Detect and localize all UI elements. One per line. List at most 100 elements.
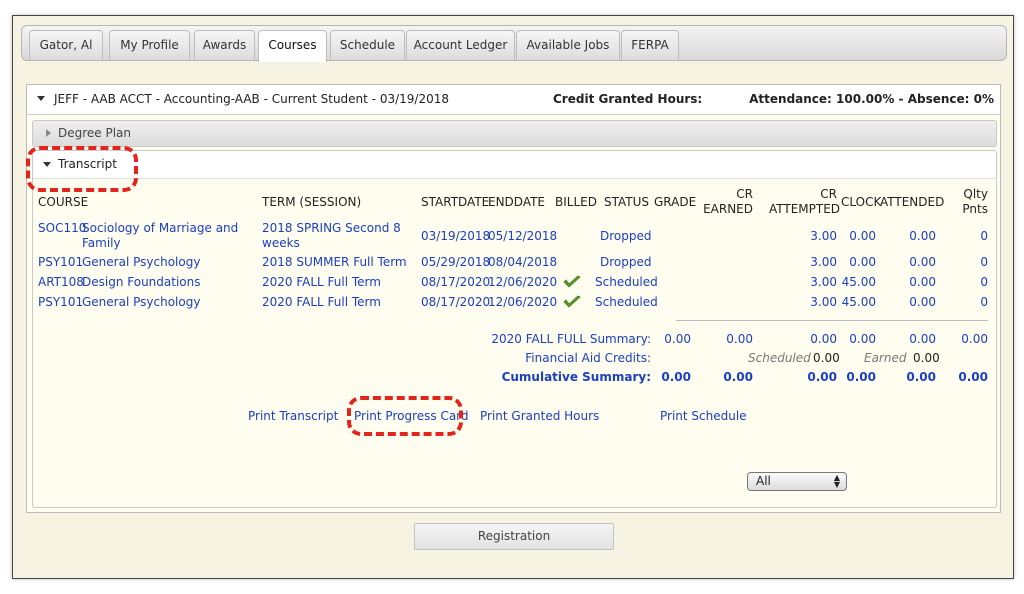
collapse-arrow-icon[interactable] xyxy=(37,96,45,101)
col-cr-earned-bottom: EARNED xyxy=(703,202,753,216)
program-header[interactable]: JEFF - AAB ACCT - Accounting-AAB - Curre… xyxy=(27,85,1000,115)
term-summary-value: 0.00 xyxy=(849,332,876,346)
start-date: 08/17/2020 xyxy=(421,275,491,289)
term-link-cont[interactable]: weeks xyxy=(262,236,300,251)
cr-attempted: 3.00 xyxy=(810,255,837,269)
aid-scheduled-value: 0.00 xyxy=(813,351,840,365)
cumulative-value: 0.00 xyxy=(807,370,837,384)
col-attended: ATTENDED xyxy=(880,195,945,209)
cumulative-summary-label: Cumulative Summary: xyxy=(501,370,651,384)
program-title: JEFF - AAB ACCT - Accounting-AAB - Curre… xyxy=(54,92,449,106)
schedule-term-select-value: All xyxy=(756,474,771,488)
col-status: STATUS xyxy=(604,195,650,209)
attended-hours: 0.00 xyxy=(909,255,936,269)
course-code-link[interactable]: PSY101 xyxy=(38,255,83,270)
term-summary-value: 0.00 xyxy=(664,332,691,346)
course-code-link[interactable]: ART108 xyxy=(38,275,84,290)
courses-panel: JEFF - AAB ACCT - Accounting-AAB - Curre… xyxy=(26,84,1001,550)
transcript-highlight xyxy=(26,146,138,192)
col-cr-earned-top: CR xyxy=(736,187,753,201)
cumulative-value: 0.00 xyxy=(723,370,753,384)
tab-bar: Gator, Al My Profile Awards Courses Sche… xyxy=(21,25,1007,62)
start-date: 08/17/2020 xyxy=(421,295,491,309)
schedule-term-select[interactable]: All ▲ ▼ xyxy=(747,472,847,491)
quality-points: 0 xyxy=(980,255,988,269)
app-window: Gator, Al My Profile Awards Courses Sche… xyxy=(12,15,1014,579)
start-date: 05/29/2018 xyxy=(421,255,491,269)
col-qlty-top: Qlty xyxy=(963,187,988,201)
print-granted-hours-link[interactable]: Print Granted Hours xyxy=(480,409,599,424)
financial-aid-label: Financial Aid Credits: xyxy=(525,351,651,365)
expand-arrow-icon[interactable] xyxy=(46,129,51,137)
col-enddate: ENDDATE xyxy=(488,195,546,209)
billed-check-icon xyxy=(563,275,581,288)
course-name-link[interactable]: General Psychology xyxy=(82,255,200,270)
aid-earned-label: Earned xyxy=(864,351,907,365)
cumulative-value: 0.00 xyxy=(906,370,936,384)
tab-available-jobs[interactable]: Available Jobs xyxy=(516,30,620,60)
progress-card-highlight xyxy=(347,396,463,436)
col-cr-attempted-top: CR xyxy=(820,187,837,201)
tab-ferpa[interactable]: FERPA xyxy=(621,30,679,60)
term-link[interactable]: 2020 FALL Full Term xyxy=(262,275,381,290)
print-transcript-link[interactable]: Print Transcript xyxy=(248,409,338,424)
aid-scheduled-label: Scheduled xyxy=(748,351,811,365)
col-qlty-bottom: Pnts xyxy=(962,202,988,216)
attended-hours: 0.00 xyxy=(909,295,936,309)
tab-my-profile[interactable]: My Profile xyxy=(109,30,190,60)
billed-check-icon xyxy=(563,295,581,308)
term-summary-value: 0.00 xyxy=(961,332,988,346)
registration-button[interactable]: Registration xyxy=(414,523,614,550)
status-link[interactable]: Dropped xyxy=(600,229,652,244)
transcript-section: Transcript COURSE TERM (SESSION) STARTDA… xyxy=(32,150,997,550)
end-date: 12/06/2020 xyxy=(488,295,558,309)
attendance-summary: Attendance: 100.00% - Absence: 0% xyxy=(749,92,994,106)
status-link[interactable]: Scheduled xyxy=(595,275,658,290)
end-date: 12/06/2020 xyxy=(488,275,558,289)
quality-points: 0 xyxy=(980,295,988,309)
term-link[interactable]: 2018 SPRING Second 8 xyxy=(262,221,401,236)
term-summary-value: 0.00 xyxy=(726,332,753,346)
tab-student-name[interactable]: Gator, Al xyxy=(29,30,103,60)
course-code-link[interactable]: PSY101 xyxy=(38,295,83,310)
start-date: 03/19/2018 xyxy=(421,229,491,243)
course-name-link[interactable]: Sociology of Marriage and xyxy=(82,221,238,236)
col-term: TERM (SESSION) xyxy=(262,195,362,209)
status-link[interactable]: Dropped xyxy=(600,255,652,270)
clock-hours: 0.00 xyxy=(849,229,876,243)
tab-schedule[interactable]: Schedule xyxy=(330,30,405,60)
tab-awards[interactable]: Awards xyxy=(194,30,255,60)
term-summary-label: 2020 FALL FULL Summary: xyxy=(491,332,651,346)
col-course: COURSE xyxy=(38,195,89,209)
term-link[interactable]: 2020 FALL Full Term xyxy=(262,295,381,310)
degree-plan-label: Degree Plan xyxy=(58,126,132,140)
term-link[interactable]: 2018 SUMMER Full Term xyxy=(262,255,407,270)
tab-courses[interactable]: Courses xyxy=(258,30,327,62)
course-name-link[interactable]: Design Foundations xyxy=(82,275,200,290)
status-link[interactable]: Scheduled xyxy=(595,295,658,310)
aid-earned-value: 0.00 xyxy=(913,351,940,365)
col-clock: CLOCK xyxy=(841,195,882,209)
cr-attempted: 3.00 xyxy=(810,275,837,289)
degree-plan-section[interactable]: Degree Plan xyxy=(32,120,997,147)
col-grade: GRADE xyxy=(654,195,697,209)
course-name-link[interactable]: General Psychology xyxy=(82,295,200,310)
term-summary-value: 0.00 xyxy=(909,332,936,346)
quality-points: 0 xyxy=(980,275,988,289)
col-billed: BILLED xyxy=(555,195,597,209)
cr-attempted: 3.00 xyxy=(810,295,837,309)
print-schedule-link[interactable]: Print Schedule xyxy=(660,409,747,424)
clock-hours: 45.00 xyxy=(841,295,876,309)
tab-account-ledger[interactable]: Account Ledger xyxy=(406,30,515,60)
end-date: 05/12/2018 xyxy=(488,229,558,243)
transcript-header[interactable]: Transcript xyxy=(33,151,996,179)
attended-hours: 0.00 xyxy=(909,229,936,243)
course-code-link[interactable]: SOC110 xyxy=(38,221,86,236)
clock-hours: 0.00 xyxy=(849,255,876,269)
col-cr-attempted-bottom: ATTEMPTED xyxy=(769,202,841,216)
quality-points: 0 xyxy=(980,229,988,243)
summary-divider xyxy=(676,320,988,321)
cr-attempted: 3.00 xyxy=(810,229,837,243)
col-startdate: STARTDATE xyxy=(421,195,490,209)
course-name-link-cont[interactable]: Family xyxy=(82,236,121,251)
